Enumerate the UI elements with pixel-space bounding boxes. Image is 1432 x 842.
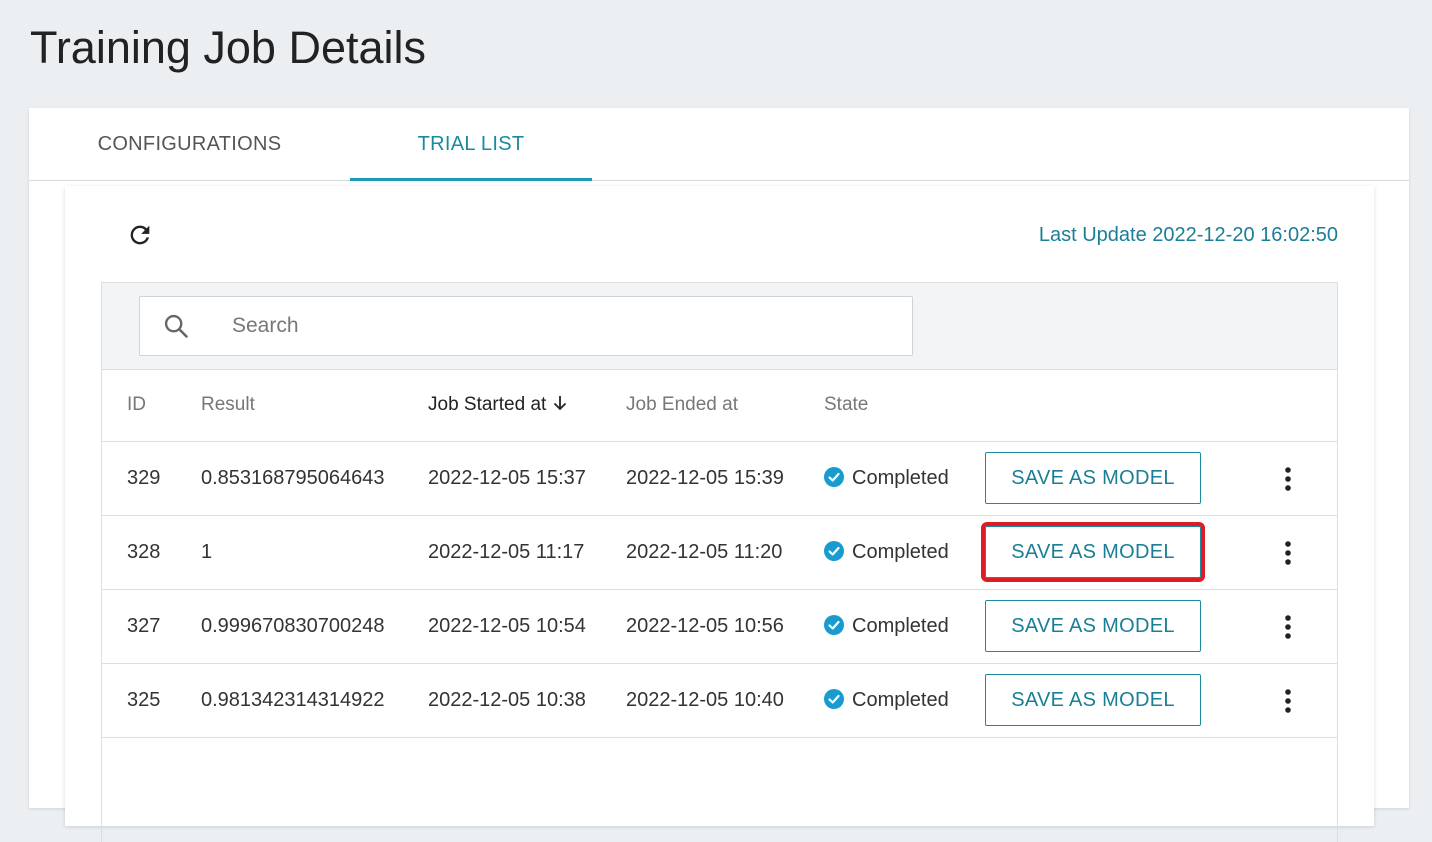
- column-header-result[interactable]: Result: [201, 369, 255, 441]
- tab-trial-list[interactable]: TRIAL LIST: [350, 108, 592, 181]
- cell-state: Completed: [824, 442, 949, 515]
- cell-state: Completed: [824, 590, 949, 663]
- cell-job-started: 2022-12-05 10:54: [428, 615, 586, 637]
- column-header-id[interactable]: ID: [127, 369, 146, 441]
- cell-id: 327: [127, 615, 161, 637]
- check-circle-icon: [824, 467, 844, 487]
- column-header-state[interactable]: State: [824, 369, 868, 441]
- more-options-button[interactable]: [1274, 538, 1302, 568]
- check-circle-icon: [824, 615, 844, 635]
- cell-result: 0.853168795064643: [201, 467, 385, 489]
- cell-id: 325: [127, 689, 161, 711]
- cell-job-started: 2022-12-05 10:38: [428, 689, 586, 711]
- search-box[interactable]: [139, 296, 913, 356]
- column-header-job-ended[interactable]: Job Ended at: [626, 369, 738, 441]
- table-row: 325 0.981342314314922 2022-12-05 10:38 2…: [102, 664, 1337, 738]
- table-row: 329 0.853168795064643 2022-12-05 15:37 2…: [102, 442, 1337, 516]
- table-row: 328 1 2022-12-05 11:17 2022-12-05 11:20 …: [102, 516, 1337, 590]
- cell-result: 1: [201, 541, 213, 563]
- trial-list-panel: Last Update 2022-12-20 16:02:50 ID Resul…: [65, 186, 1374, 842]
- cell-job-ended: 2022-12-05 15:39: [626, 467, 784, 489]
- table-header: ID Result Job Started at Job Ended at St…: [102, 369, 1337, 442]
- search-icon: [164, 314, 188, 338]
- save-as-model-button[interactable]: SAVE AS MODEL: [985, 452, 1201, 504]
- state-label: Completed: [852, 467, 949, 489]
- column-header-job-started[interactable]: Job Started at: [428, 369, 568, 441]
- arrow-down-icon: [554, 396, 567, 411]
- cell-job-ended: 2022-12-05 11:20: [626, 541, 783, 563]
- cell-id: 328: [127, 541, 161, 563]
- more-vertical-icon: [1285, 467, 1291, 491]
- save-as-model-button[interactable]: SAVE AS MODEL: [985, 674, 1201, 726]
- tab-configurations[interactable]: CONFIGURATIONS: [29, 108, 350, 180]
- more-vertical-icon: [1285, 541, 1291, 565]
- search-bar: [102, 282, 1337, 370]
- column-header-job-started-label: Job Started at: [428, 394, 547, 415]
- state-label: Completed: [852, 689, 949, 711]
- page-title: Training Job Details: [30, 22, 427, 73]
- cell-state: Completed: [824, 516, 949, 589]
- more-options-button[interactable]: [1274, 464, 1302, 494]
- trial-table: ID Result Job Started at Job Ended at St…: [101, 282, 1338, 842]
- save-as-model-button[interactable]: SAVE AS MODEL: [981, 522, 1205, 582]
- search-input[interactable]: [230, 297, 894, 355]
- job-details-card: CONFIGURATIONS TRIAL LIST Last Update 20…: [29, 108, 1409, 842]
- more-vertical-icon: [1285, 689, 1291, 713]
- refresh-button[interactable]: [123, 218, 157, 252]
- cell-job-started: 2022-12-05 11:17: [428, 541, 585, 563]
- cell-job-ended: 2022-12-05 10:56: [626, 615, 784, 637]
- more-vertical-icon: [1285, 615, 1291, 639]
- table-row: 327 0.999670830700248 2022-12-05 10:54 2…: [102, 590, 1337, 664]
- cell-job-ended: 2022-12-05 10:40: [626, 689, 784, 711]
- check-circle-icon: [824, 689, 844, 709]
- cell-result: 0.981342314314922: [201, 689, 385, 711]
- tab-trial-list-label: TRIAL LIST: [417, 133, 525, 155]
- active-tab-indicator: [350, 178, 592, 181]
- more-options-button[interactable]: [1274, 612, 1302, 642]
- last-update-text: Last Update 2022-12-20 16:02:50: [1038, 224, 1338, 246]
- state-label: Completed: [852, 541, 949, 563]
- check-circle-icon: [824, 541, 844, 561]
- cell-job-started: 2022-12-05 15:37: [428, 467, 586, 489]
- save-as-model-button[interactable]: SAVE AS MODEL: [985, 600, 1201, 652]
- tab-bar: CONFIGURATIONS TRIAL LIST: [29, 108, 1409, 181]
- state-label: Completed: [852, 615, 949, 637]
- more-options-button[interactable]: [1274, 686, 1302, 716]
- refresh-icon: [130, 225, 150, 245]
- cell-result: 0.999670830700248: [201, 615, 385, 637]
- cell-id: 329: [127, 467, 161, 489]
- cell-state: Completed: [824, 664, 949, 737]
